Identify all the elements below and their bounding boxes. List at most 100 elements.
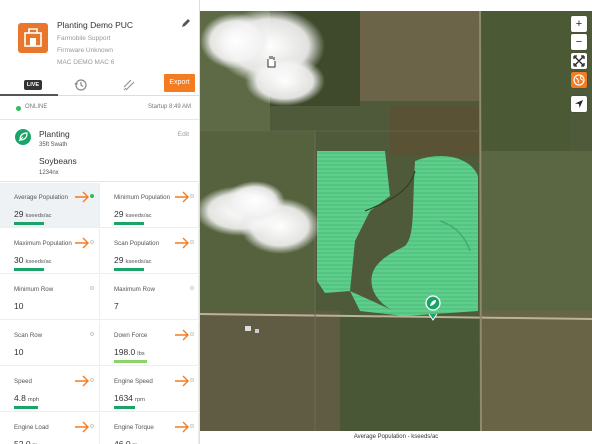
map-layer-radio[interactable] — [90, 194, 94, 198]
map-layer-radio[interactable] — [90, 286, 94, 290]
edit-operation-link[interactable]: Edit — [178, 131, 189, 138]
map-layer-radio[interactable] — [190, 332, 194, 336]
export-button[interactable]: Export — [164, 74, 195, 92]
machine-owner: Farmobile Support — [57, 35, 111, 42]
metric-label: Engine Load — [14, 424, 49, 431]
metric-cell[interactable]: Maximum Population 30 kseeds/ac — [0, 229, 100, 274]
metric-unit: kseeds/ac — [25, 259, 52, 265]
metric-value: 7 — [114, 301, 119, 311]
navigation-arrow-icon — [575, 100, 583, 108]
zoom-in-button[interactable]: + — [571, 16, 587, 32]
metric-value-line: 29 kseeds/ac — [114, 209, 152, 219]
map-layer-radio[interactable] — [90, 424, 94, 428]
metric-cell[interactable]: Maximum Row 7 — [100, 275, 199, 320]
map-layer-radio[interactable] — [90, 240, 94, 244]
metric-value: 29 — [114, 209, 124, 219]
metric-value-line: 52.0% — [14, 439, 38, 444]
map-layer-radio[interactable] — [90, 332, 94, 336]
map-top-margin — [200, 0, 592, 11]
arrow-right-icon — [175, 375, 189, 387]
metric-label: Speed — [14, 378, 32, 385]
metric-unit: kseeds/ac — [125, 213, 152, 219]
startup-time: Startup 8:49 AM — [147, 104, 191, 110]
metric-cell[interactable]: Engine Speed 1634 rpm — [100, 367, 199, 412]
fullscreen-button[interactable] — [571, 53, 587, 69]
metric-value-line: 198.0 lbs — [114, 347, 145, 357]
metric-unit: mph — [27, 397, 40, 403]
tab-live[interactable]: LIVE — [24, 80, 42, 90]
metric-level-bar — [14, 406, 38, 409]
arrow-right-icon — [175, 191, 189, 203]
machine-mac: MAC DEMO MAC 6 — [57, 59, 115, 66]
metric-level-bar — [14, 222, 44, 225]
machine-logo — [18, 23, 48, 53]
metric-value: 10 — [14, 347, 24, 357]
metric-label: Maximum Row — [114, 286, 155, 293]
metric-value: 1634 — [114, 393, 133, 403]
metric-value-line: 46.0% — [114, 439, 138, 444]
history-icon[interactable] — [74, 78, 88, 92]
metric-label: Engine Torque — [114, 424, 154, 431]
metric-cell[interactable]: Scan Population 29 kseeds/ac — [100, 229, 199, 274]
active-tab-indicator — [0, 94, 58, 96]
metric-cell[interactable]: Speed 4.8 mph — [0, 367, 100, 412]
metric-label: Minimum Population — [114, 194, 171, 201]
map-layer-radio[interactable] — [190, 286, 194, 290]
map-layer-radio[interactable] — [90, 378, 94, 382]
metric-value-line: 7 — [114, 301, 119, 311]
metric-label: Scan Population — [114, 240, 160, 247]
sidebar: Planting Demo PUC Farmobile Support Firm… — [0, 0, 200, 444]
arrow-right-icon — [175, 421, 189, 433]
metric-cell[interactable]: Down Force 198.0 lbs — [100, 321, 199, 366]
metric-cell[interactable]: Average Population 29 kseeds/ac — [0, 183, 100, 228]
metric-cell[interactable]: Minimum Row 10 — [0, 275, 100, 320]
metric-level-bar — [114, 268, 144, 271]
machine-header: Planting Demo PUC Farmobile Support Firm… — [0, 0, 199, 74]
metric-cell[interactable]: Scan Row 10 — [0, 321, 100, 366]
map-layers-button[interactable] — [571, 72, 587, 88]
metric-cell[interactable]: Minimum Population 29 kseeds/ac — [100, 183, 199, 228]
metric-value: 4.8 — [14, 393, 26, 403]
metric-level-bar — [114, 360, 147, 363]
metric-value: 52.0 — [14, 439, 31, 444]
metric-value: 46.0 — [114, 439, 131, 444]
arrow-right-icon — [175, 329, 189, 341]
metric-unit: rpm — [134, 397, 145, 403]
metric-label: Average Population — [14, 194, 68, 201]
metric-value: 30 — [14, 255, 24, 265]
metric-label: Down Force — [114, 332, 148, 339]
globe-icon — [573, 74, 585, 86]
operation-panel: Planting 35ft Swath Soybeans 1234nx Edit — [0, 120, 199, 182]
metric-value: 198.0 — [114, 347, 136, 357]
metric-value-line: 10 — [14, 347, 23, 357]
metric-value: 10 — [14, 301, 24, 311]
locate-button[interactable] — [571, 96, 587, 112]
map-layer-radio[interactable] — [190, 240, 194, 244]
zoom-out-button[interactable]: − — [571, 34, 587, 50]
pencil-icon[interactable] — [181, 18, 191, 28]
arrow-right-icon — [75, 375, 89, 387]
metric-cell[interactable]: Engine Torque 46.0% — [100, 413, 199, 444]
metric-level-bar — [114, 406, 135, 409]
metric-cell[interactable]: Engine Load 52.0% — [0, 413, 100, 444]
map-layer-radio[interactable] — [190, 424, 194, 428]
arrow-right-icon — [75, 237, 89, 249]
metric-value-line: 10 — [14, 301, 23, 311]
map-layer-radio[interactable] — [190, 378, 194, 382]
tractor-icon — [24, 28, 42, 47]
metric-label: Minimum Row — [14, 286, 54, 293]
machine-firmware: Firmware Unknown — [57, 47, 113, 54]
machine-name: Planting Demo PUC — [57, 20, 134, 30]
satellite-map[interactable] — [200, 11, 592, 431]
operation-swath: 35ft Swath — [39, 142, 68, 148]
metric-level-bar — [114, 222, 144, 225]
map-legend-footer: Average Population - kseeds/ac — [200, 431, 592, 444]
fullscreen-icon — [573, 55, 585, 67]
passes-icon[interactable] — [123, 79, 135, 91]
status-text: ONLINE — [25, 104, 48, 110]
arrow-right-icon — [75, 421, 89, 433]
arrow-right-icon — [75, 191, 89, 203]
map-layer-radio[interactable] — [190, 194, 194, 198]
field-map[interactable] — [200, 11, 592, 431]
metric-value: 29 — [114, 255, 124, 265]
